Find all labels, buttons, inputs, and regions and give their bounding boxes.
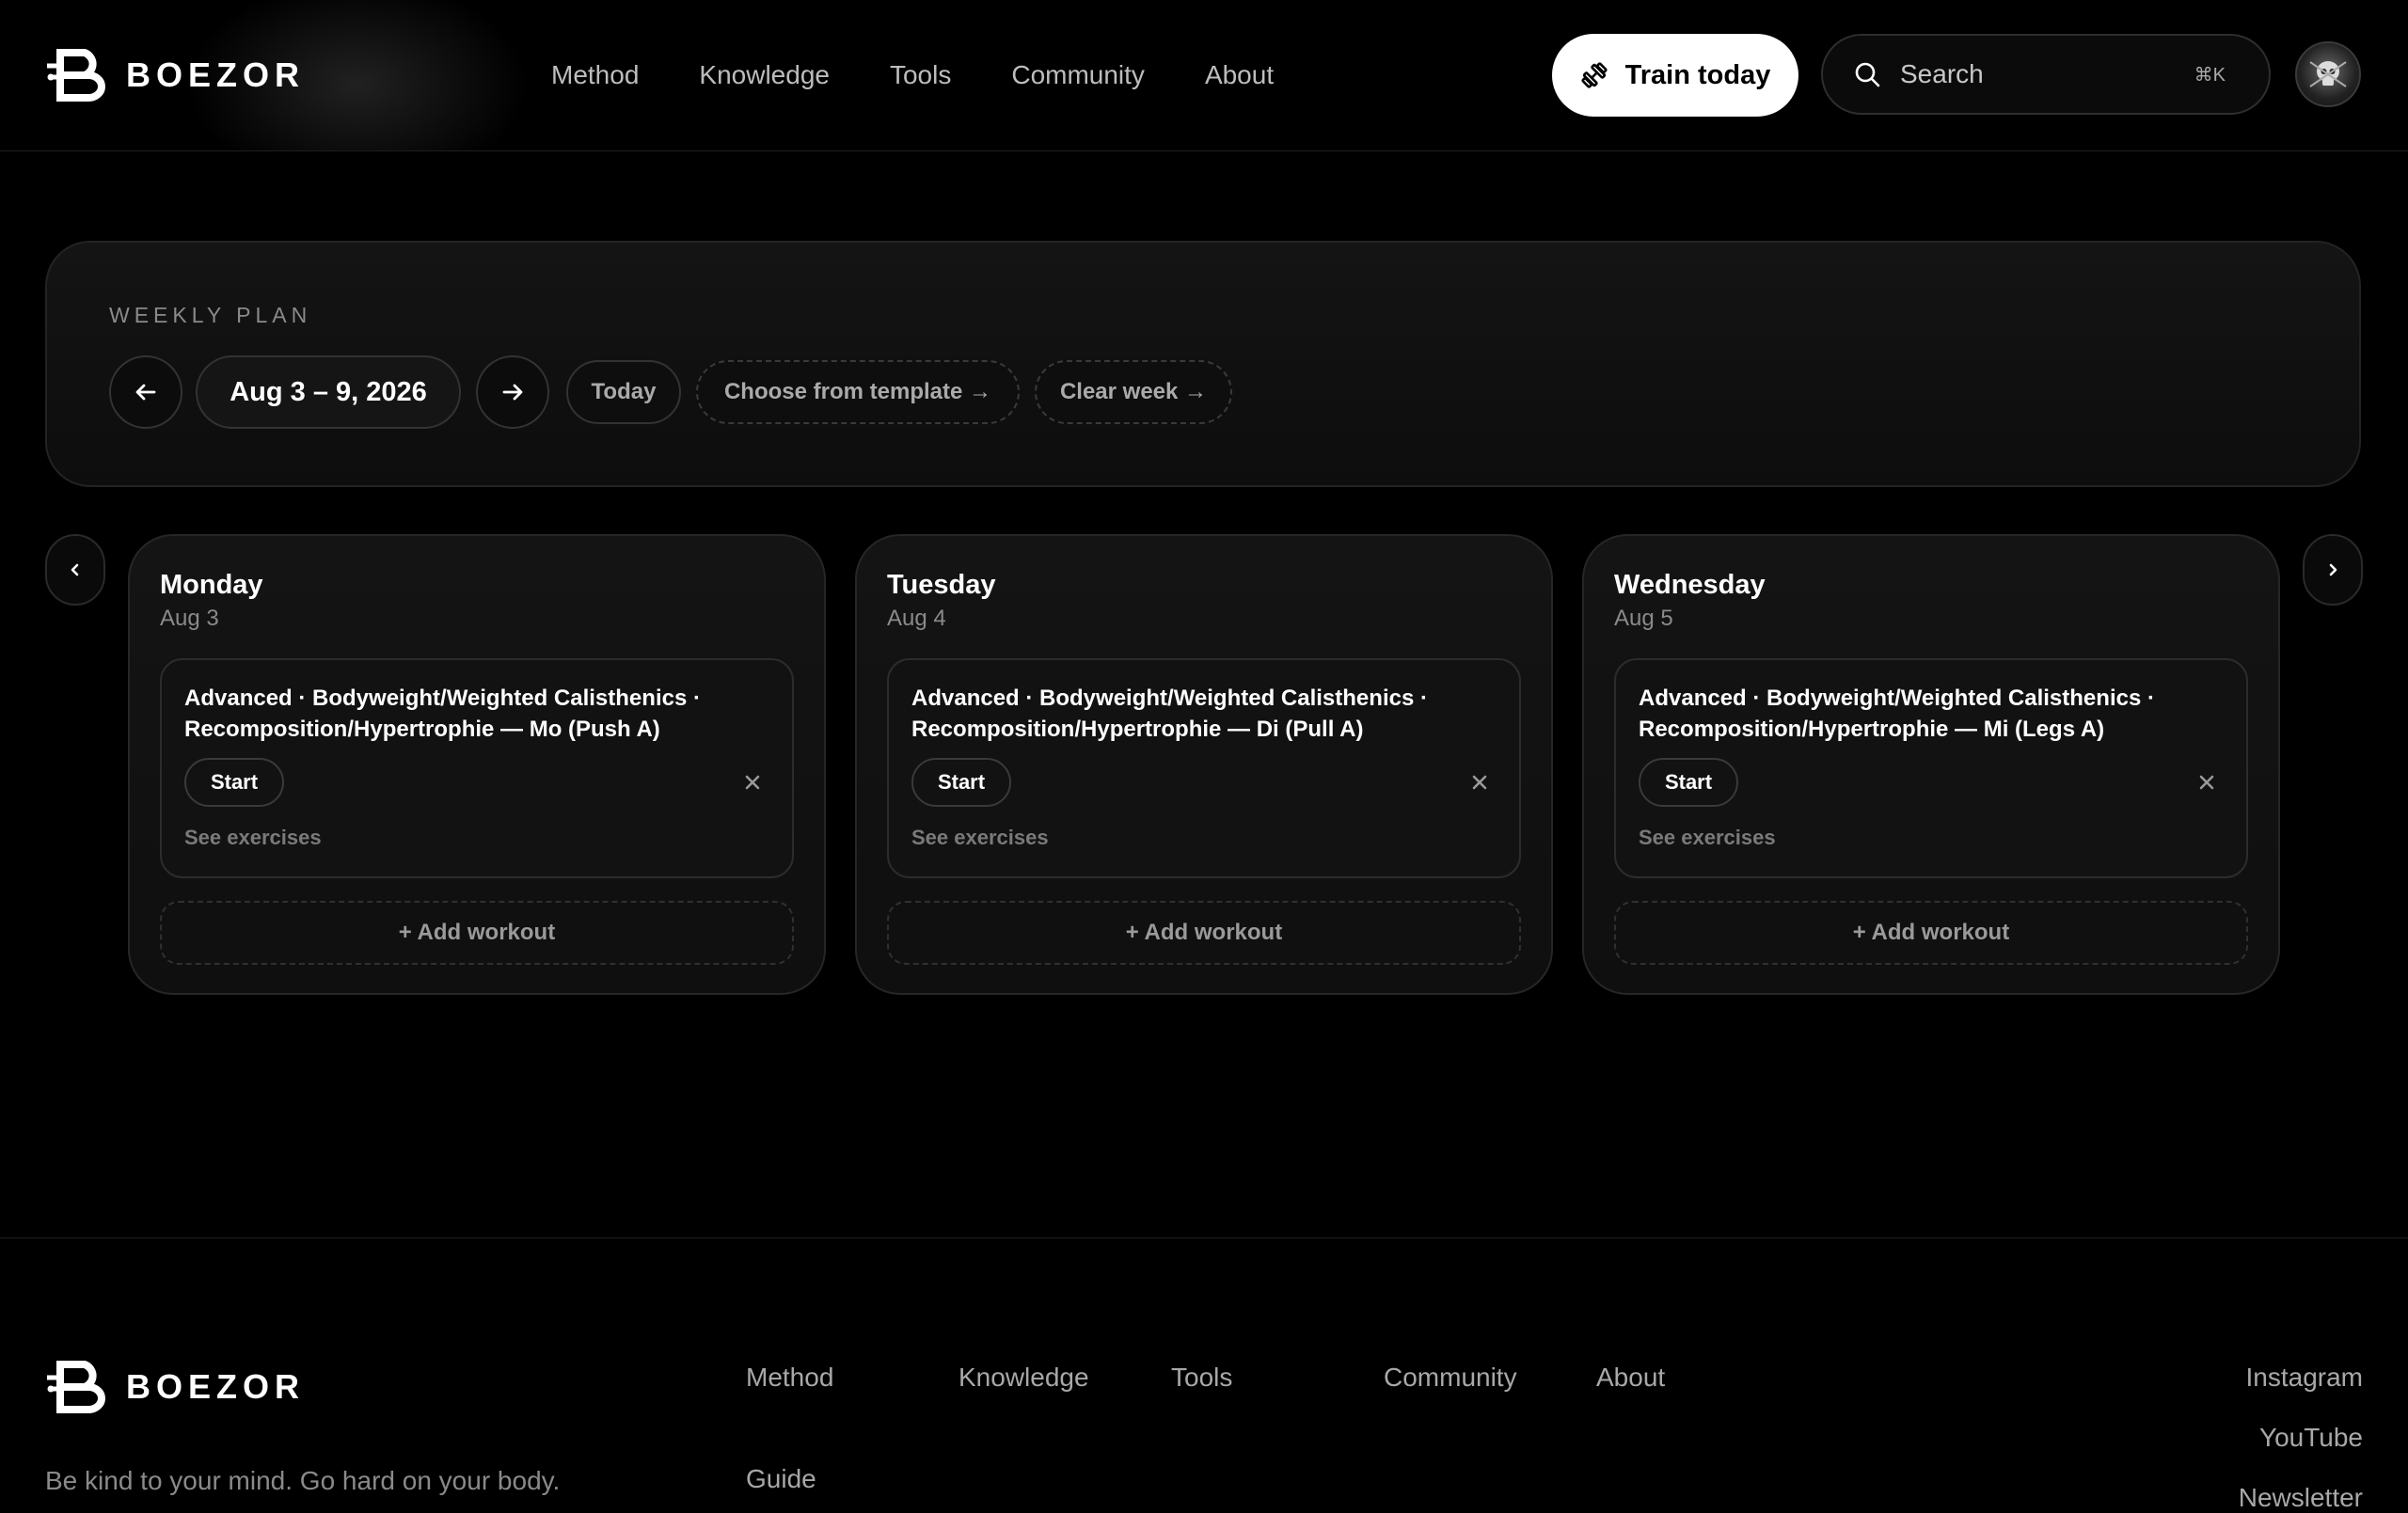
nav-method[interactable]: Method [551,60,639,90]
see-exercises-link[interactable]: See exercises [184,826,322,850]
previous-week-button[interactable] [109,355,182,429]
search-box[interactable]: ⌘K [1821,34,2271,115]
search-icon [1855,62,1880,87]
workout-title: Advanced · Bodyweight/Weighted Calisthen… [1639,686,2155,742]
scroll-left-button[interactable] [45,534,105,606]
week-date-range: Aug 3 – 9, 2026 [196,355,461,429]
footer-link-tools[interactable]: Tools [1171,1363,1232,1393]
start-workout-button[interactable]: Start [1639,758,1738,807]
day-card-tuesday: Tuesday Aug 4 Advanced · Bodyweight/Weig… [855,534,1553,995]
search-shortcut: ⌘K [2194,64,2226,86]
workout-item: Advanced · Bodyweight/Weighted Calisthen… [160,658,794,878]
dumbbell-icon [1581,62,1608,88]
brand-name: BOEZOR [126,55,306,94]
see-exercises-link[interactable]: See exercises [1639,826,1776,850]
day-name: Wednesday [1614,570,1766,600]
choose-template-button[interactable]: Choose from template → [696,360,1020,424]
scroll-right-button[interactable] [2303,534,2363,606]
brand-logo[interactable]: BOEZOR [47,49,305,102]
day-name: Tuesday [887,570,996,600]
footer-link-about[interactable]: About [1596,1363,1665,1393]
footer-link-instagram[interactable]: Instagram [2246,1363,2364,1393]
footer-link-knowledge[interactable]: Knowledge [958,1363,1089,1393]
main-nav: Method Knowledge Tools Community About [551,0,1334,150]
site-footer: BOEZOR Be kind to your mind. Go hard on … [0,1237,2408,1512]
day-card-monday: Monday Aug 3 Advanced · Bodyweight/Weigh… [128,534,826,995]
footer-brand-name: BOEZOR [126,1367,306,1406]
start-workout-button[interactable]: Start [184,758,284,807]
train-today-button[interactable]: Train today [1552,34,1798,117]
chevron-right-icon [2329,563,2337,576]
clear-week-button[interactable]: Clear week → [1035,360,1232,424]
day-date: Aug 5 [1614,606,1673,631]
b-logo-icon [47,1361,105,1413]
workout-item: Advanced · Bodyweight/Weighted Calisthen… [1614,658,2248,878]
day-name: Monday [160,570,263,600]
close-icon[interactable] [2194,769,2220,796]
nav-knowledge[interactable]: Knowledge [699,60,830,90]
avatar[interactable] [2295,41,2361,107]
workout-item: Advanced · Bodyweight/Weighted Calisthen… [887,658,1521,878]
footer-link-community[interactable]: Community [1384,1363,1517,1393]
footer-link-guide[interactable]: Guide [746,1464,816,1494]
footer-tagline: Be kind to your mind. Go hard on your bo… [45,1466,561,1495]
skull-emblem-icon [2309,61,2347,87]
search-input[interactable] [1898,58,2184,90]
nav-community[interactable]: Community [1011,60,1145,90]
close-icon[interactable] [739,769,766,796]
site-header: BOEZOR Method Knowledge Tools Community … [0,0,2408,151]
b-logo-icon [47,49,105,102]
add-workout-button[interactable]: + Add workout [1614,901,2248,965]
add-workout-button[interactable]: + Add workout [887,901,1521,965]
see-exercises-link[interactable]: See exercises [911,826,1049,850]
next-week-button[interactable] [476,355,549,429]
nav-tools[interactable]: Tools [890,60,951,90]
weekly-plan-panel: WEEKLY PLAN Aug 3 – 9, 2026 Today Choose… [45,241,2361,487]
footer-link-method[interactable]: Method [746,1363,833,1393]
workout-title: Advanced · Bodyweight/Weighted Calisthen… [911,686,1428,742]
close-icon[interactable] [1466,769,1493,796]
chevron-left-icon [71,563,79,576]
footer-brand-logo[interactable]: BOEZOR [47,1361,305,1413]
arrow-right-icon [502,384,523,401]
workout-title: Advanced · Bodyweight/Weighted Calisthen… [184,686,701,742]
start-workout-button[interactable]: Start [911,758,1011,807]
nav-about[interactable]: About [1205,60,1274,90]
arrow-left-icon [135,384,156,401]
weekly-plan-label: WEEKLY PLAN [109,303,312,327]
day-card-wednesday: Wednesday Aug 5 Advanced · Bodyweight/We… [1582,534,2280,995]
today-button[interactable]: Today [566,360,681,424]
footer-link-youtube[interactable]: YouTube [2259,1423,2363,1453]
footer-link-newsletter[interactable]: Newsletter [2239,1483,2363,1513]
add-workout-button[interactable]: + Add workout [160,901,794,965]
train-today-label: Train today [1624,59,1771,90]
day-date: Aug 3 [160,606,219,631]
day-date: Aug 4 [887,606,946,631]
